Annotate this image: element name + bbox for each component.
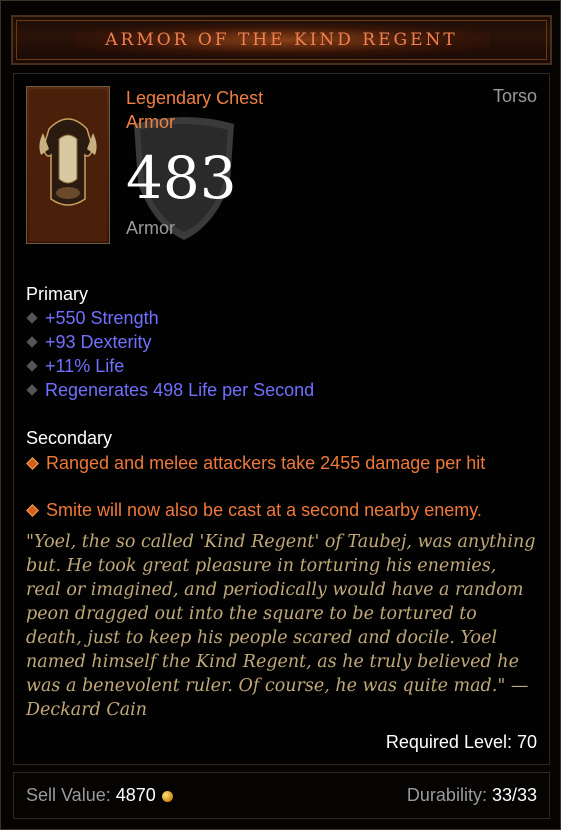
item-tooltip: Armor of the Kind Regent Legendary Chest… (0, 0, 561, 830)
primary-stat: Regenerates 498 Life per Second (26, 378, 314, 402)
sell-value: Sell Value: 4870 (26, 785, 173, 806)
secondary-stat: Smite will now also be cast at a second … (26, 498, 482, 522)
secondary-header: Secondary (26, 428, 113, 448)
bullet-icon (26, 503, 39, 517)
durability: Durability: 33/33 (407, 785, 537, 806)
secondary-stat: Ranged and melee attackers take 2455 dam… (26, 451, 547, 475)
bullet-icon (26, 456, 39, 470)
flavor-text: "Yoel, the so called 'Kind Regent' of Ta… (26, 532, 536, 720)
primary-stat: +11% Life (26, 354, 124, 378)
item-slot: Torso (492, 86, 537, 106)
primary-stat: +550 Strength (26, 306, 159, 330)
armor-label: Armor (126, 218, 175, 238)
item-name: Armor of the Kind Regent (105, 30, 458, 50)
sell-amount: 4870 (115, 785, 156, 805)
tooltip-body: Legendary Chest Armor Torso 483 Armor Pr… (13, 73, 550, 765)
gold-coin-icon (161, 790, 173, 802)
armor-value: 483 (126, 144, 237, 212)
durability-value: 33/33 (491, 785, 537, 805)
bullet-icon (26, 384, 38, 396)
required-level: Required Level: 70 (385, 732, 537, 752)
durability-label: Durability: (406, 785, 492, 805)
bullet-icon (26, 360, 38, 372)
item-type-line1: Legendary Chest (126, 88, 264, 108)
tooltip-footer: Sell Value: 4870 Durability: 33/33 (13, 772, 550, 819)
tooltip-header: Armor of the Kind Regent (11, 15, 552, 65)
item-icon-frame (26, 86, 110, 244)
primary-header: Primary (26, 284, 88, 304)
primary-stat: +93 Dexterity (26, 330, 152, 354)
item-type: Legendary Chest Armor (126, 86, 326, 134)
sell-label: Sell Value: (26, 785, 116, 805)
bullet-icon (26, 312, 38, 324)
chest-armor-icon (29, 89, 107, 241)
item-type-line2: Armor (126, 112, 175, 132)
bullet-icon (26, 336, 38, 348)
